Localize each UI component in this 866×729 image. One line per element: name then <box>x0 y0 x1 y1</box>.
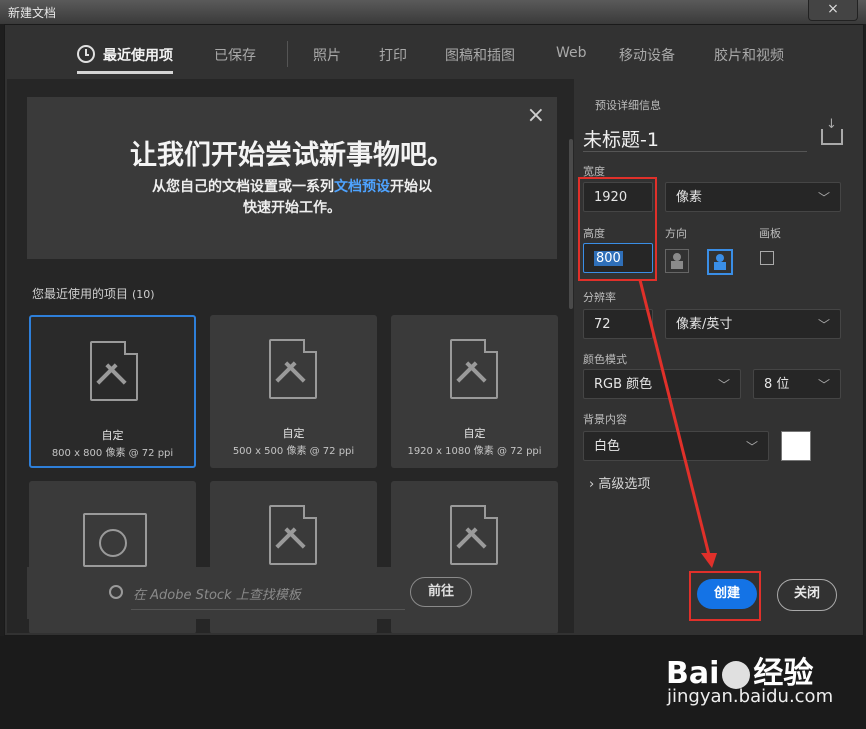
annotation-arrow <box>638 279 717 568</box>
watermark-url: jingyan.baidu.com <box>667 686 834 707</box>
annotation-arrow-line <box>638 279 711 556</box>
annotation-arrow-head <box>701 553 717 568</box>
paw-icon <box>722 660 751 689</box>
